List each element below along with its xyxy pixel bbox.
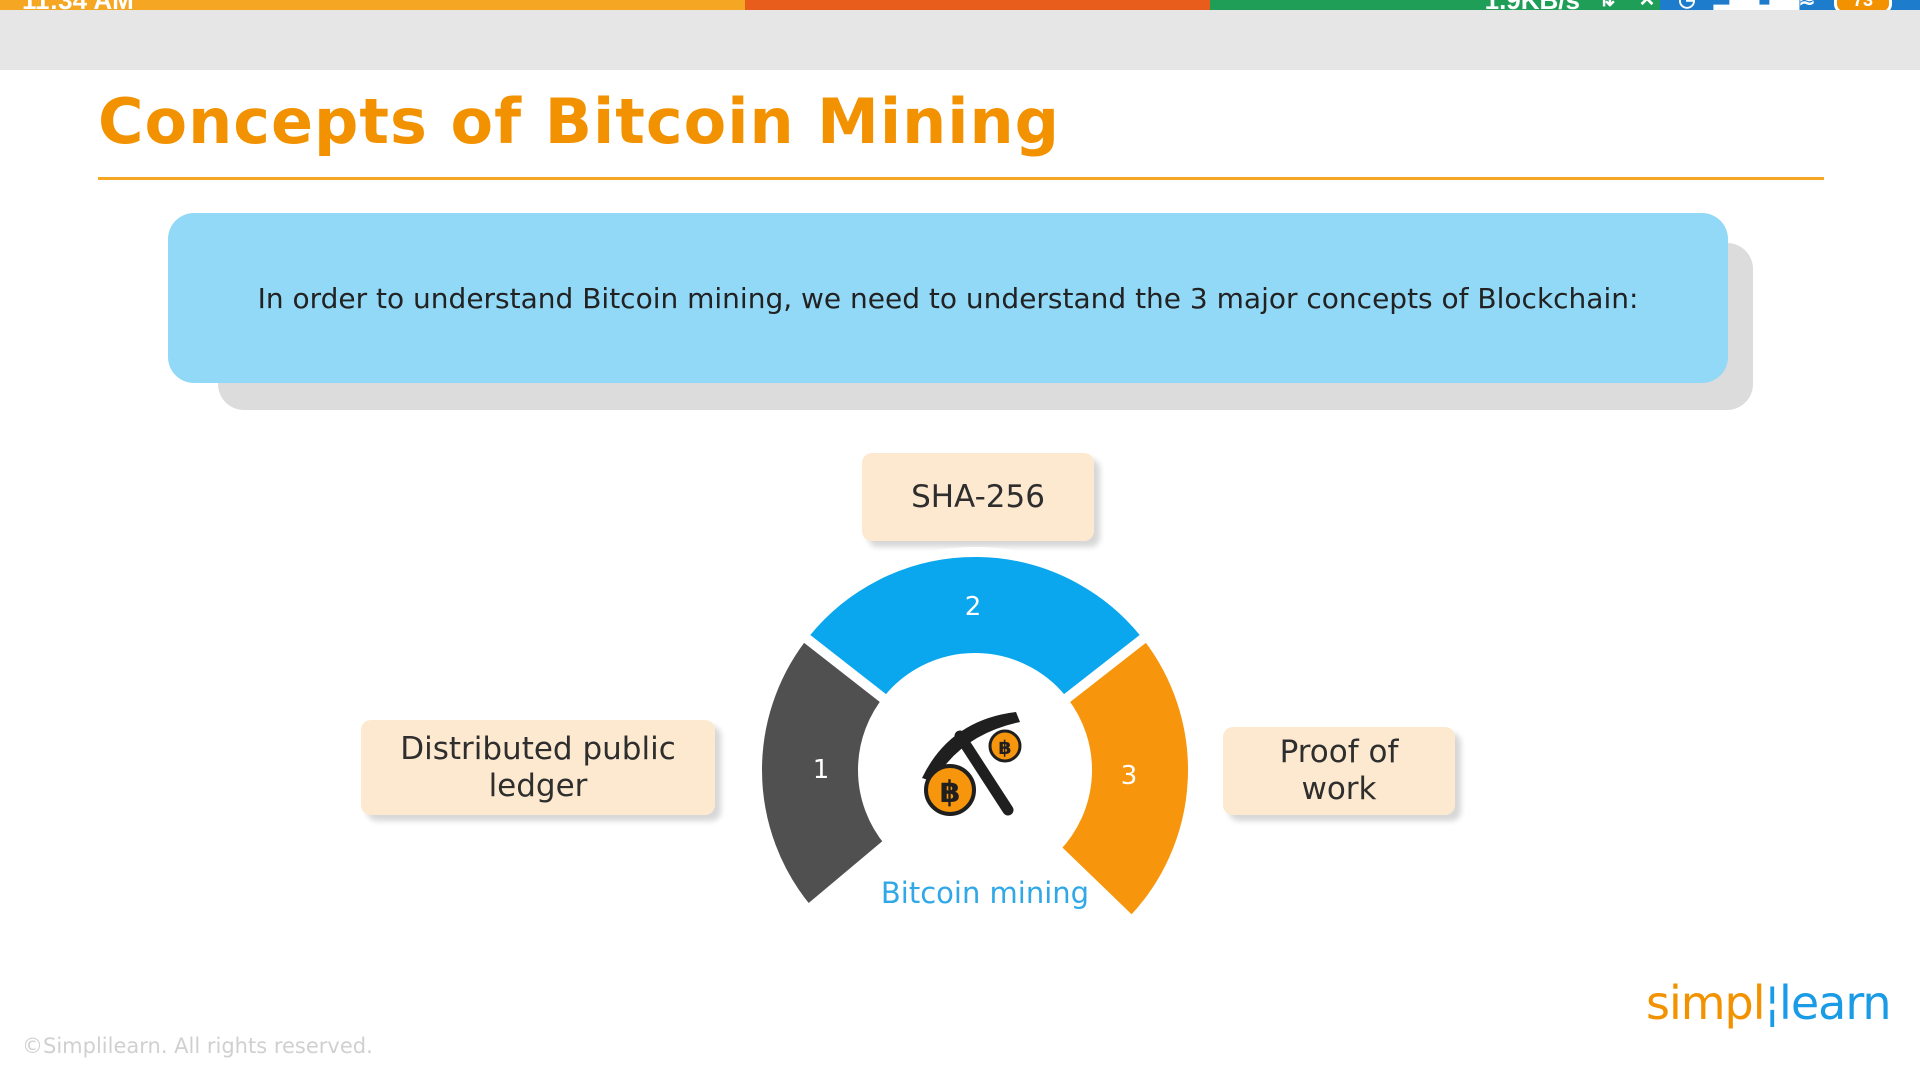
svg-text:฿: ฿ xyxy=(940,775,961,810)
center-caption: Bitcoin mining xyxy=(881,876,1089,910)
gauge-number-3: 3 xyxy=(1121,761,1138,791)
logo-part-simpl: simpl xyxy=(1646,976,1766,1030)
logo-divider: ¦ xyxy=(1764,976,1780,1030)
svg-text:฿: ฿ xyxy=(998,737,1011,759)
simplilearn-logo: simpl¦learn xyxy=(1646,976,1892,1030)
logo-part-learn: learn xyxy=(1779,976,1892,1030)
pickaxe-bitcoin-icon: ฿ ฿ xyxy=(922,712,1022,816)
slide-page: 11:34 AM 1.9KB/s ⇅ ✕ ◷ ▂▄▆ ▂▄▆ ≋ 73 Conc… xyxy=(0,0,1920,1080)
copyright-notice: ©Simplilearn. All rights reserved. xyxy=(22,1034,373,1058)
gauge-number-2: 2 xyxy=(965,592,982,622)
concepts-gauge: 1 2 3 ฿ ฿ Bitcoin mining xyxy=(752,547,1199,927)
gauge-number-1: 1 xyxy=(813,755,830,785)
